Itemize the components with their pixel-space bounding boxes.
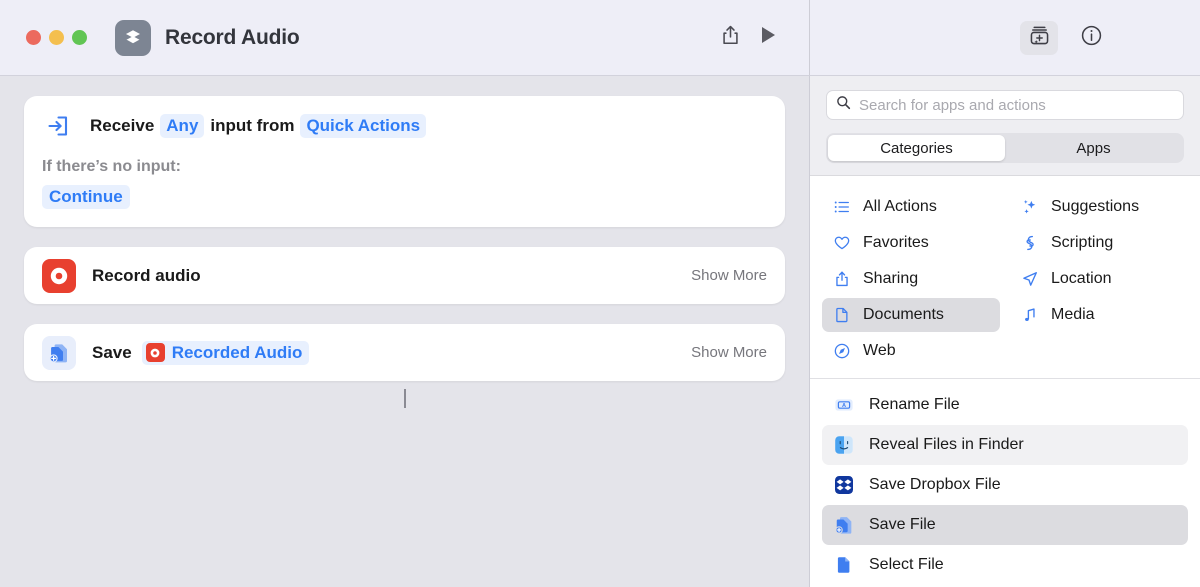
list-item-select-file[interactable]: Select File <box>822 545 1188 585</box>
svg-text:A: A <box>842 403 846 409</box>
receive-input-icon <box>42 110 74 142</box>
receive-input-row: Receive Any input from Quick Actions <box>42 110 767 142</box>
no-input-behavior-token[interactable]: Continue <box>42 185 130 209</box>
scripting-icon <box>1020 233 1040 253</box>
library-mode-segmented-control: Categories Apps <box>826 133 1184 163</box>
category-suggestions[interactable]: Suggestions <box>1010 190 1188 224</box>
category-documents[interactable]: Documents <box>822 298 1000 332</box>
tab-apps[interactable]: Apps <box>1005 135 1182 161</box>
zoom-button[interactable] <box>72 30 87 45</box>
category-label: Favorites <box>863 234 929 251</box>
category-grid: All Actions Suggestions Favorites Script… <box>810 176 1200 379</box>
category-location[interactable]: Location <box>1010 262 1188 296</box>
run-button[interactable] <box>749 21 787 55</box>
no-input-label: If there’s no input: <box>42 158 181 175</box>
dropbox-icon <box>832 473 856 497</box>
info-button[interactable] <box>1072 21 1110 55</box>
category-web[interactable]: Web <box>822 334 1000 368</box>
heart-icon <box>832 233 852 253</box>
titlebar-library-section <box>810 0 1200 76</box>
finder-icon <box>832 433 856 457</box>
sparkles-icon <box>1020 197 1040 217</box>
category-favorites[interactable]: Favorites <box>822 226 1000 260</box>
list-item-label: Rename File <box>869 396 960 413</box>
list-item-label: Select File <box>869 556 944 573</box>
info-circle-icon <box>1080 24 1103 52</box>
category-media[interactable]: Media <box>1010 298 1188 332</box>
category-sharing[interactable]: Sharing <box>822 262 1000 296</box>
rename-file-icon: A <box>832 393 856 417</box>
category-scripting[interactable]: Scripting <box>1010 226 1188 260</box>
list-item-save-file[interactable]: Save File <box>822 505 1188 545</box>
show-more-button[interactable]: Show More <box>691 344 767 361</box>
list-item-label: Reveal Files in Finder <box>869 436 1024 453</box>
input-source-token[interactable]: Quick Actions <box>300 114 427 138</box>
search-icon <box>836 95 851 115</box>
action-card-save-file[interactable]: Save Recorded Audio Show More <box>24 324 785 381</box>
text-caret <box>404 389 406 408</box>
music-note-icon <box>1020 305 1040 325</box>
variable-token-label: Recorded Audio <box>171 342 303 362</box>
input-type-token[interactable]: Any <box>160 114 205 138</box>
shortcuts-layers-icon <box>115 19 151 56</box>
search-field[interactable]: Search for apps and actions <box>826 90 1184 120</box>
titlebar-editor-section: Record Audio <box>0 0 810 76</box>
show-more-button[interactable]: Show More <box>691 267 767 284</box>
shortcut-canvas: Receive Any input from Quick Actions If … <box>0 76 810 587</box>
list-item-reveal-files-in-finder[interactable]: Reveal Files in Finder <box>822 425 1188 465</box>
category-label: Location <box>1051 270 1112 287</box>
receive-middle-label: input from <box>210 116 295 135</box>
category-label: Suggestions <box>1051 198 1140 215</box>
search-input[interactable]: Search for apps and actions <box>859 97 1046 114</box>
receive-prefix-label: Receive <box>90 116 155 135</box>
save-file-icon <box>42 335 76 370</box>
category-label: Media <box>1051 306 1095 323</box>
receive-input-card[interactable]: Receive Any input from Quick Actions If … <box>24 96 785 227</box>
list-item-label: Save Dropbox File <box>869 476 1001 493</box>
share-button[interactable] <box>711 21 749 55</box>
category-label: Sharing <box>863 270 919 287</box>
titlebar: Record Audio <box>0 0 1200 76</box>
document-icon <box>832 305 852 325</box>
action-list: A Rename File Reveal Files in Finder Sav… <box>810 379 1200 587</box>
category-label: Web <box>863 342 896 359</box>
list-item-rename-file[interactable]: A Rename File <box>822 385 1188 425</box>
minimize-button[interactable] <box>49 30 64 45</box>
library-search-section: Search for apps and actions Categories A… <box>810 76 1200 176</box>
page-title: Record Audio <box>165 25 300 49</box>
record-audio-icon <box>145 343 165 362</box>
list-item-label: Save File <box>869 516 936 533</box>
action-library-button[interactable] <box>1020 20 1058 55</box>
action-library-icon <box>1028 24 1051 52</box>
location-arrow-icon <box>1020 269 1040 289</box>
category-all-actions[interactable]: All Actions <box>822 190 1000 224</box>
compass-icon <box>832 341 852 361</box>
play-icon <box>759 25 777 50</box>
variable-token-recorded-audio[interactable]: Recorded Audio <box>141 340 310 365</box>
category-label: Documents <box>863 306 944 323</box>
tab-categories[interactable]: Categories <box>828 135 1005 161</box>
list-bullet-icon <box>832 197 852 217</box>
action-card-record-audio[interactable]: Record audio Show More <box>24 247 785 304</box>
traffic-lights <box>26 30 87 45</box>
record-audio-icon <box>42 258 76 293</box>
close-button[interactable] <box>26 30 41 45</box>
list-item-save-dropbox-file[interactable]: Save Dropbox File <box>822 465 1188 505</box>
select-file-icon <box>832 553 856 577</box>
window-body: Receive Any input from Quick Actions If … <box>0 76 1200 587</box>
action-label: Save <box>92 342 132 362</box>
save-file-icon <box>832 513 856 537</box>
action-label: Record audio <box>92 265 201 285</box>
action-library-panel: Search for apps and actions Categories A… <box>810 76 1200 587</box>
category-label: All Actions <box>863 198 937 215</box>
share-icon <box>720 24 741 51</box>
share-icon <box>832 269 852 289</box>
shortcuts-window: Record Audio Receive Any input from Quic… <box>0 0 1200 587</box>
category-label: Scripting <box>1051 234 1114 251</box>
